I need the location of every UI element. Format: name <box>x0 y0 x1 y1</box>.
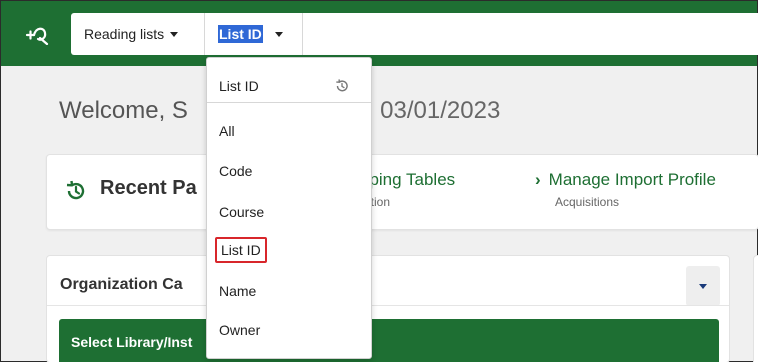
welcome-greeting: Welcome, S <box>59 97 188 124</box>
app-logo-icon[interactable] <box>23 23 49 45</box>
search-scope-dropdown[interactable]: Reading lists <box>71 13 205 55</box>
menu-item-code[interactable]: Code <box>219 163 252 179</box>
recent-link-label: pping Tables <box>360 170 456 189</box>
organization-card-title: Organization Ca <box>60 276 183 293</box>
chevron-down-icon <box>699 284 707 289</box>
menu-item-owner[interactable]: Owner <box>219 322 260 338</box>
menu-item-list-id[interactable]: List ID <box>215 237 267 263</box>
history-icon <box>66 180 85 200</box>
history-icon[interactable] <box>334 78 350 94</box>
recent-link-label: Manage Import Profile <box>548 170 716 189</box>
recent-link-manage-import-profiles[interactable]: › Manage Import Profile <box>535 170 716 190</box>
library-selector-bar[interactable]: Select Library/Inst <box>59 319 719 362</box>
search-field-menu: List ID All Code Course List ID Name Own… <box>206 57 372 359</box>
search-field-menu-current: List ID <box>219 78 259 94</box>
menu-item-course[interactable]: Course <box>219 204 264 220</box>
top-bar: Reading lists List ID <box>1 1 758 66</box>
menu-item-all[interactable]: All <box>219 123 235 139</box>
chevron-down-icon <box>274 31 283 37</box>
menu-item-name[interactable]: Name <box>219 283 256 299</box>
search-field-selected: List ID <box>218 25 263 43</box>
chevron-down-icon <box>170 31 179 37</box>
recent-pages-card: Recent Pa pping Tables ration › Manage Im… <box>46 154 758 230</box>
recent-link-mapping-tables[interactable]: pping Tables <box>360 170 455 190</box>
organization-card: Organization Ca Select Library/Inst <box>46 255 730 362</box>
recent-link-subtitle: Acquisitions <box>555 195 620 209</box>
divider <box>47 305 729 306</box>
library-selector-label: Select Library/Inst <box>71 334 193 350</box>
search-bar[interactable]: Reading lists List ID <box>71 13 758 55</box>
search-scope-label: Reading lists <box>84 26 165 42</box>
recent-pages-title: Recent Pa <box>100 177 197 199</box>
search-field-menu-header: List ID <box>207 58 371 103</box>
side-card <box>753 255 758 362</box>
welcome-date: 03/01/2023 <box>380 97 501 124</box>
organization-card-toggle[interactable] <box>686 266 720 306</box>
search-field-dropdown[interactable]: List ID <box>205 13 303 55</box>
chevron-right-icon: › <box>535 170 541 189</box>
